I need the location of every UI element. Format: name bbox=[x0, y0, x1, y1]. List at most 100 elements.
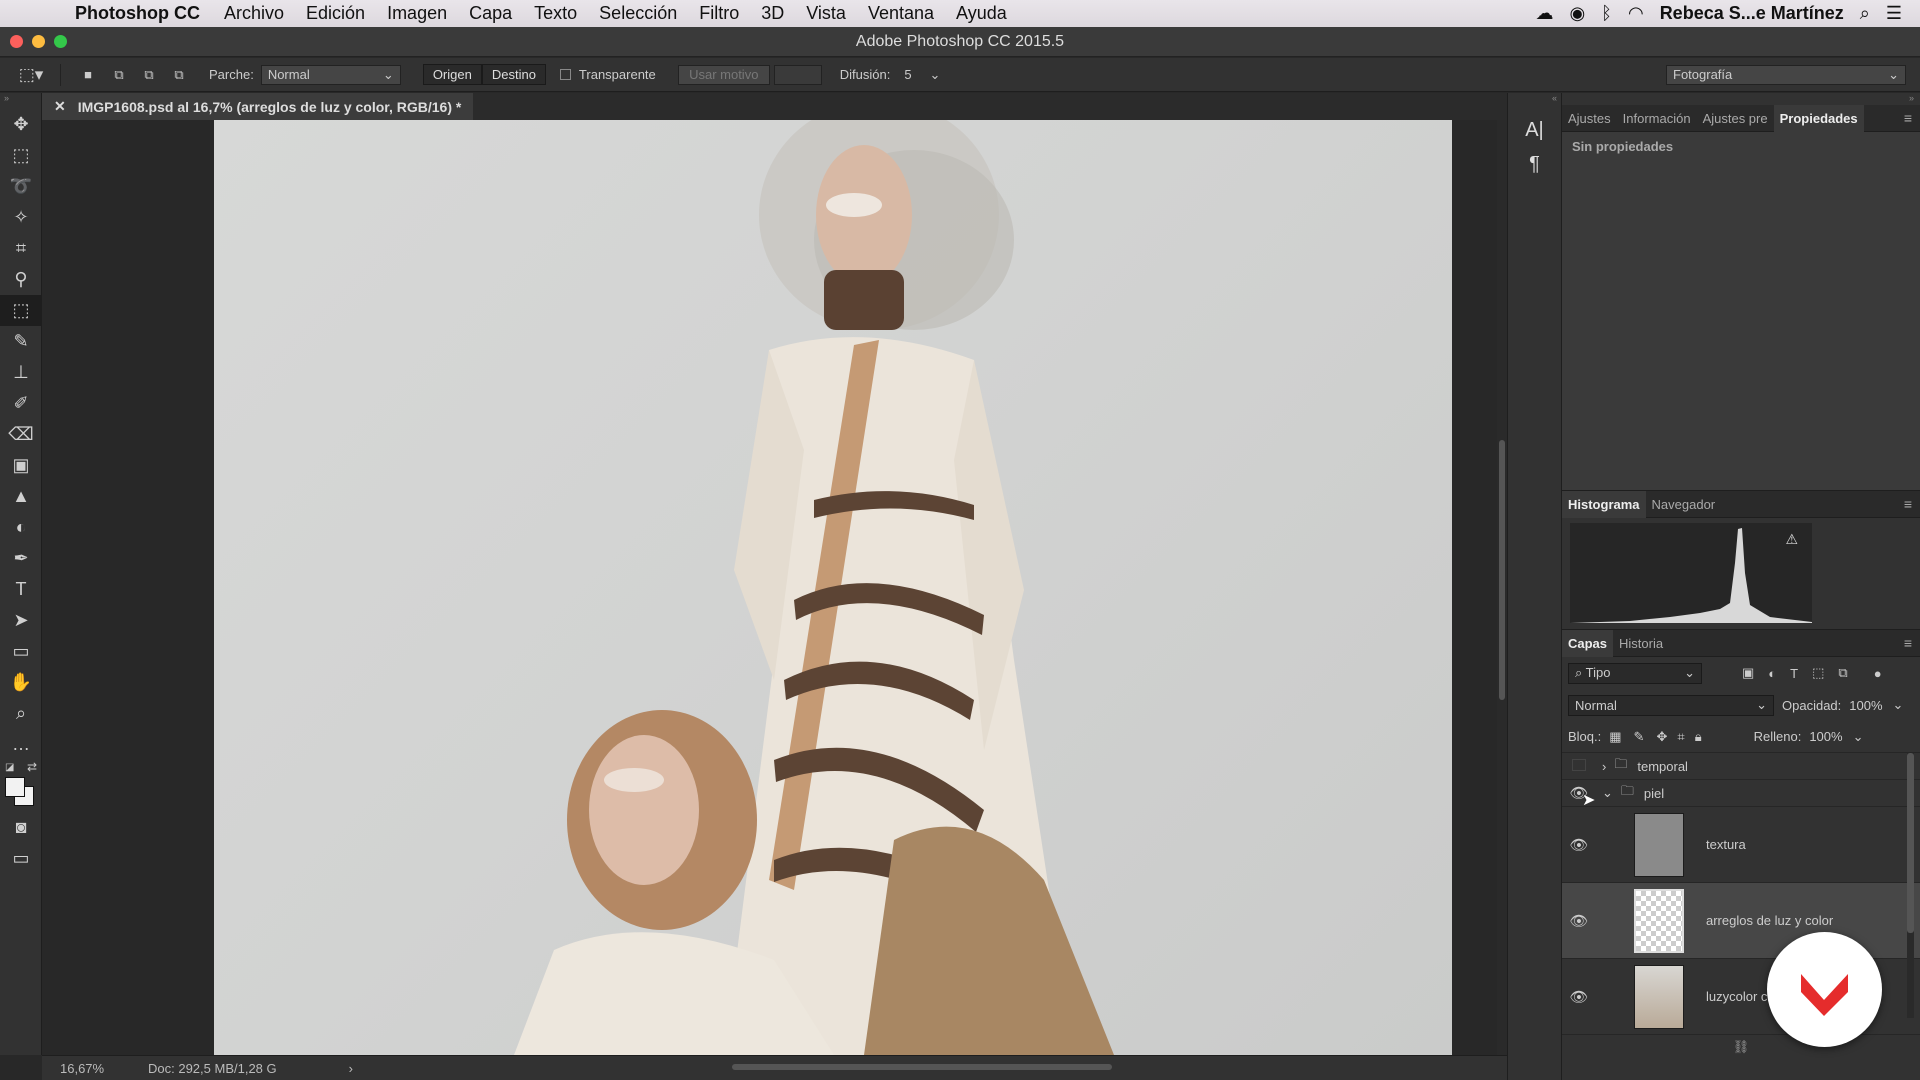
difusion-select[interactable]: 5 ⌄ bbox=[898, 64, 947, 85]
layer-row[interactable]: 👁︎ textura bbox=[1562, 807, 1920, 883]
tab-ajustes-preestablecidos[interactable]: Ajustes pre bbox=[1697, 105, 1774, 132]
character-panel-icon[interactable]: A| bbox=[1508, 113, 1561, 147]
canvas-horizontal-scrollbar[interactable] bbox=[732, 1064, 1112, 1070]
spotlight-search-icon[interactable]: ⌕ bbox=[1860, 3, 1870, 24]
chevron-down-icon[interactable]: ⌄ bbox=[1853, 729, 1864, 745]
tab-informacion[interactable]: Información bbox=[1617, 105, 1697, 132]
chevron-right-icon[interactable]: › bbox=[1602, 759, 1606, 774]
type-tool-icon[interactable]: T bbox=[0, 574, 42, 605]
patch-tool-preset-icon[interactable]: ⬚▾ bbox=[14, 65, 48, 85]
tab-ajustes[interactable]: Ajustes bbox=[1562, 105, 1617, 132]
filter-adjustment-icon[interactable]: ◐ bbox=[1768, 666, 1776, 681]
workspace-select[interactable]: Fotografía ⌄ bbox=[1666, 64, 1906, 85]
opacity-value[interactable]: 100% bbox=[1849, 698, 1882, 713]
collapse-panels-icon[interactable]: » bbox=[1562, 93, 1920, 105]
scrollbar-thumb[interactable] bbox=[1499, 440, 1505, 700]
menu-3d[interactable]: 3D bbox=[750, 3, 795, 24]
blend-mode-select[interactable]: Normal ⌄ bbox=[1568, 694, 1774, 716]
rectangle-tool-icon[interactable]: ▭ bbox=[0, 636, 42, 667]
eraser-tool-icon[interactable]: ⌫ bbox=[0, 419, 42, 450]
brush-tool-icon[interactable]: ✎ bbox=[0, 326, 42, 357]
menu-capa[interactable]: Capa bbox=[458, 3, 523, 24]
path-selection-tool-icon[interactable]: ➤ bbox=[0, 605, 42, 636]
menu-filtro[interactable]: Filtro bbox=[688, 3, 750, 24]
subtract-selection-icon[interactable]: ⧉ bbox=[137, 67, 161, 83]
visibility-toggle[interactable] bbox=[1562, 758, 1596, 775]
eye-icon[interactable]: 👁︎ bbox=[1562, 836, 1596, 854]
eyedropper-tool-icon[interactable]: ⚲ bbox=[0, 264, 42, 295]
panel-menu-icon[interactable]: ≡ bbox=[1904, 110, 1920, 126]
menu-texto[interactable]: Texto bbox=[523, 3, 588, 24]
chevron-down-icon[interactable]: ⌄ bbox=[1893, 697, 1904, 713]
document-tab[interactable]: ✕ IMGP1608.psd al 16,7% (arreglos de luz… bbox=[42, 93, 474, 120]
menu-app[interactable]: Photoshop CC bbox=[64, 3, 213, 24]
record-icon[interactable]: ◉ bbox=[1569, 3, 1585, 24]
bluetooth-icon[interactable]: ᛒ bbox=[1601, 3, 1612, 24]
screen-mode-icon[interactable]: ▭ bbox=[0, 843, 42, 874]
layer-name[interactable]: luzycolor co bbox=[1706, 989, 1775, 1004]
wifi-icon[interactable]: ◠ bbox=[1628, 3, 1644, 24]
scrollbar-thumb[interactable] bbox=[1907, 753, 1914, 933]
layer-group-row[interactable]: 👁︎ ⌄ 🗀︎ piel ➤ bbox=[1562, 780, 1920, 809]
add-selection-icon[interactable]: ⧉ bbox=[107, 67, 131, 83]
layer-group-row[interactable]: › 🗀︎ temporal bbox=[1562, 753, 1920, 780]
menu-seleccion[interactable]: Selección bbox=[588, 3, 688, 24]
cache-warning-icon[interactable]: ⚠ bbox=[1785, 531, 1798, 548]
close-tab-icon[interactable]: ✕ bbox=[54, 98, 66, 115]
menu-vista[interactable]: Vista bbox=[795, 3, 857, 24]
intersect-selection-icon[interactable]: ⧉ bbox=[167, 67, 191, 83]
usar-motivo-button[interactable]: Usar motivo bbox=[677, 64, 770, 85]
collapse-tools-icon[interactable]: » bbox=[0, 93, 41, 109]
parche-select[interactable]: Normal ⌄ bbox=[260, 64, 401, 85]
filter-type-icon[interactable]: T bbox=[1790, 666, 1798, 681]
status-menu-icon[interactable]: › bbox=[349, 1061, 353, 1076]
chevron-down-icon[interactable]: ⌄ bbox=[1602, 785, 1613, 801]
origen-button[interactable]: Origen bbox=[422, 64, 482, 85]
link-layers-icon[interactable]: ⛓ bbox=[1733, 1039, 1750, 1055]
dodge-tool-icon[interactable]: ◐ bbox=[0, 512, 42, 543]
blur-tool-icon[interactable]: ▲ bbox=[0, 481, 42, 512]
panel-menu-icon[interactable]: ≡ bbox=[1904, 496, 1920, 512]
menu-ayuda[interactable]: Ayuda bbox=[945, 3, 1018, 24]
destino-button[interactable]: Destino bbox=[481, 64, 546, 85]
transparente-checkbox[interactable] bbox=[559, 69, 571, 80]
menu-imagen[interactable]: Imagen bbox=[376, 3, 458, 24]
minimize-window-icon[interactable] bbox=[32, 35, 45, 48]
layer-name[interactable]: piel bbox=[1644, 786, 1664, 801]
tab-capas[interactable]: Capas bbox=[1562, 629, 1614, 657]
foreground-color-swatch[interactable] bbox=[5, 777, 25, 797]
expand-dock-icon[interactable]: « bbox=[1508, 93, 1561, 105]
creative-cloud-icon[interactable]: ☁ bbox=[1535, 3, 1553, 24]
notification-list-icon[interactable]: ☰ bbox=[1886, 3, 1902, 24]
document-image[interactable] bbox=[214, 120, 1452, 1055]
filter-smart-object-icon[interactable]: ⧉ bbox=[1838, 665, 1847, 681]
fill-value[interactable]: 100% bbox=[1809, 729, 1842, 744]
hand-tool-icon[interactable]: ✋ bbox=[0, 667, 42, 698]
crop-tool-icon[interactable]: ⌗ bbox=[0, 233, 42, 264]
lock-artboard-icon[interactable]: ⌗ bbox=[1677, 729, 1684, 745]
tab-historia[interactable]: Historia bbox=[1613, 630, 1669, 657]
lock-all-icon[interactable]: 🔒︎ bbox=[1695, 729, 1702, 745]
history-brush-tool-icon[interactable]: ✐ bbox=[0, 388, 42, 419]
tab-propiedades[interactable]: Propiedades bbox=[1773, 104, 1864, 132]
panel-menu-icon[interactable]: ≡ bbox=[1904, 635, 1920, 651]
eye-icon[interactable]: 👁︎ bbox=[1562, 988, 1596, 1006]
move-tool-icon[interactable]: ✥ bbox=[0, 109, 42, 140]
layer-name[interactable]: temporal bbox=[1637, 759, 1688, 774]
filter-shape-icon[interactable]: ⬚ bbox=[1812, 665, 1824, 681]
lock-transparent-icon[interactable]: ▦ bbox=[1609, 729, 1621, 745]
lasso-tool-icon[interactable]: ➰ bbox=[0, 171, 42, 202]
close-window-icon[interactable] bbox=[10, 35, 23, 48]
tab-navegador[interactable]: Navegador bbox=[1646, 491, 1722, 518]
filter-toggle-icon[interactable]: ● bbox=[1874, 666, 1882, 681]
lock-position-icon[interactable]: ✥ bbox=[1656, 729, 1667, 745]
canvas-area[interactable] bbox=[42, 120, 1492, 1055]
canvas-vertical-scrollbar[interactable] bbox=[1497, 120, 1507, 1055]
user-name[interactable]: Rebeca S...e Martínez bbox=[1660, 3, 1844, 24]
new-selection-icon[interactable]: ■ bbox=[77, 67, 99, 82]
menu-edicion[interactable]: Edición bbox=[295, 3, 376, 24]
lock-pixels-icon[interactable]: ✎ bbox=[1634, 729, 1645, 745]
paragraph-panel-icon[interactable]: ¶ bbox=[1508, 147, 1561, 181]
menu-ventana[interactable]: Ventana bbox=[857, 3, 945, 24]
pattern-swatch[interactable] bbox=[773, 64, 822, 85]
